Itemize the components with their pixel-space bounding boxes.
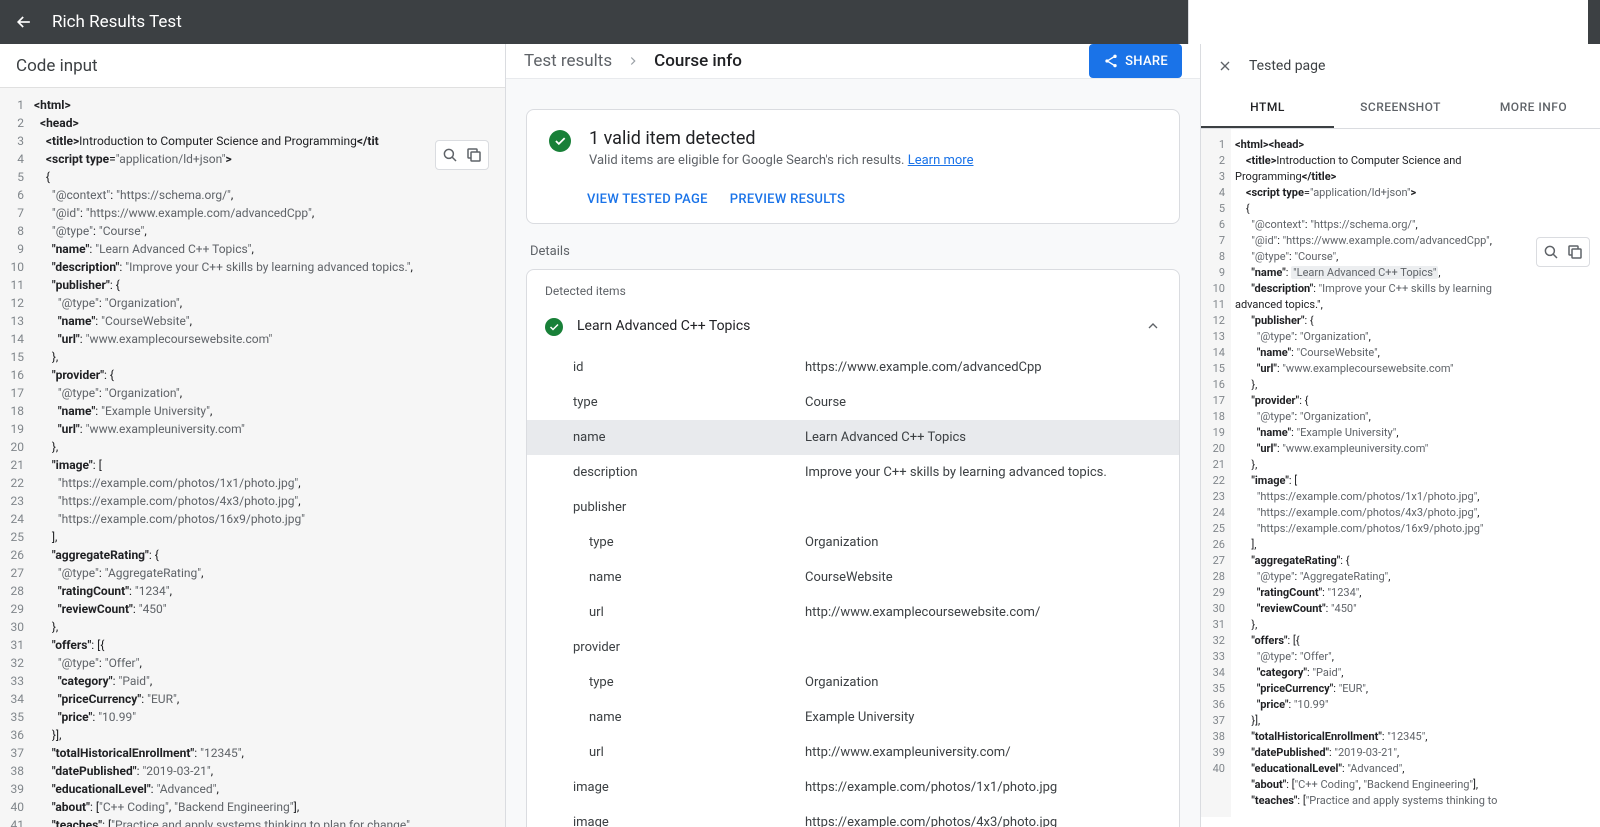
property-key: type — [545, 395, 805, 410]
tested-page-code[interactable]: 1234567891011121314151617181920212223242… — [1201, 129, 1600, 817]
property-key: url — [545, 745, 805, 760]
property-value — [805, 640, 1161, 655]
property-key: url — [545, 605, 805, 620]
detected-items-card: Detected items Learn Advanced C++ Topics… — [526, 269, 1180, 827]
table-row[interactable]: nameExample University — [527, 700, 1179, 735]
detected-item-header[interactable]: Learn Advanced C++ Topics — [527, 306, 1179, 350]
breadcrumb-current: Course info — [654, 51, 742, 71]
property-value: https://example.com/photos/1x1/photo.jpg — [805, 780, 1161, 795]
property-key: publisher — [545, 500, 805, 515]
table-row[interactable]: imagehttps://example.com/photos/1x1/phot… — [527, 770, 1179, 805]
valid-items-card: 1 valid item detected Valid items are el… — [526, 109, 1180, 224]
property-value: Improve your C++ skills by learning adva… — [805, 465, 1161, 480]
topbar: Rich Results Test — [0, 0, 1600, 44]
check-icon — [545, 318, 563, 336]
tab-more-info[interactable]: MORE INFO — [1467, 88, 1600, 128]
property-key: name — [545, 710, 805, 725]
table-row[interactable]: urlhttp://www.examplecoursewebsite.com/ — [527, 595, 1179, 630]
details-label: Details — [530, 244, 1176, 259]
property-value: Organization — [805, 675, 1161, 690]
learn-more-link[interactable]: Learn more — [908, 153, 974, 168]
property-key: image — [545, 780, 805, 795]
back-button[interactable] — [12, 10, 36, 34]
property-key: type — [545, 675, 805, 690]
tested-page-panel: Tested page HTML SCREENSHOT MORE INFO 12… — [1200, 44, 1600, 827]
property-value: http://www.exampleuniversity.com/ — [805, 745, 1161, 760]
check-icon — [549, 130, 571, 152]
tab-html[interactable]: HTML — [1201, 88, 1334, 128]
property-key: name — [545, 570, 805, 585]
valid-title: 1 valid item detected — [589, 128, 973, 149]
table-row[interactable]: typeOrganization — [527, 525, 1179, 560]
valid-subtitle: Valid items are eligible for Google Sear… — [589, 153, 973, 168]
chevron-right-icon — [626, 54, 640, 68]
property-value: Example University — [805, 710, 1161, 725]
table-row[interactable]: provider — [527, 630, 1179, 665]
table-row[interactable]: idhttps://www.example.com/advancedCpp — [527, 350, 1179, 385]
copy-icon[interactable] — [1565, 242, 1585, 262]
chevron-up-icon — [1145, 318, 1161, 334]
results-header: Test results Course info SHARE — [506, 44, 1200, 79]
app-title: Rich Results Test — [52, 12, 1188, 32]
property-value: Learn Advanced C++ Topics — [805, 430, 1161, 445]
property-value: https://www.example.com/advancedCpp — [805, 360, 1161, 375]
tab-screenshot[interactable]: SCREENSHOT — [1334, 88, 1467, 128]
code-input-panel: Code input 12345678910111213141516171819… — [0, 44, 506, 827]
code-input-header: Code input — [0, 44, 505, 88]
share-button[interactable]: SHARE — [1089, 44, 1182, 78]
view-tested-page-button[interactable]: VIEW TESTED PAGE — [587, 192, 708, 207]
property-value: http://www.examplecoursewebsite.com/ — [805, 605, 1161, 620]
table-row[interactable]: typeOrganization — [527, 665, 1179, 700]
property-value: Course — [805, 395, 1161, 410]
property-value: Organization — [805, 535, 1161, 550]
apps-icon[interactable] — [1377, 8, 1401, 32]
detected-items-label: Detected items — [527, 270, 1179, 306]
property-key: image — [545, 815, 805, 827]
search-icon[interactable] — [1541, 242, 1561, 262]
table-row[interactable]: nameLearn Advanced C++ Topics — [527, 420, 1179, 455]
property-key: description — [545, 465, 805, 480]
property-value — [805, 500, 1161, 515]
table-row[interactable]: typeCourse — [527, 385, 1179, 420]
copy-icon[interactable] — [464, 145, 484, 165]
table-row[interactable]: descriptionImprove your C++ skills by le… — [527, 455, 1179, 490]
preview-results-button[interactable]: PREVIEW RESULTS — [730, 192, 845, 207]
breadcrumb-root[interactable]: Test results — [524, 51, 612, 71]
code-editor[interactable]: 1234567891011121314151617181920212223242… — [0, 88, 505, 827]
table-row[interactable]: nameCourseWebsite — [527, 560, 1179, 595]
results-panel: Test results Course info SHARE 1 valid i… — [506, 44, 1200, 827]
tested-page-title: Tested page — [1249, 58, 1325, 74]
property-key: id — [545, 360, 805, 375]
table-row[interactable]: urlhttp://www.exampleuniversity.com/ — [527, 735, 1179, 770]
property-key: provider — [545, 640, 805, 655]
share-label: SHARE — [1125, 54, 1168, 69]
close-icon[interactable] — [1215, 56, 1235, 76]
property-key: name — [545, 430, 805, 445]
table-row[interactable]: publisher — [527, 490, 1179, 525]
property-value: CourseWebsite — [805, 570, 1161, 585]
property-value: https://example.com/photos/4x3/photo.jpg — [805, 815, 1161, 827]
search-icon[interactable] — [440, 145, 460, 165]
property-key: type — [545, 535, 805, 550]
table-row[interactable]: imagehttps://example.com/photos/4x3/phot… — [527, 805, 1179, 827]
detected-item-name: Learn Advanced C++ Topics — [577, 318, 1131, 334]
tested-page-tabs: HTML SCREENSHOT MORE INFO — [1201, 88, 1600, 129]
